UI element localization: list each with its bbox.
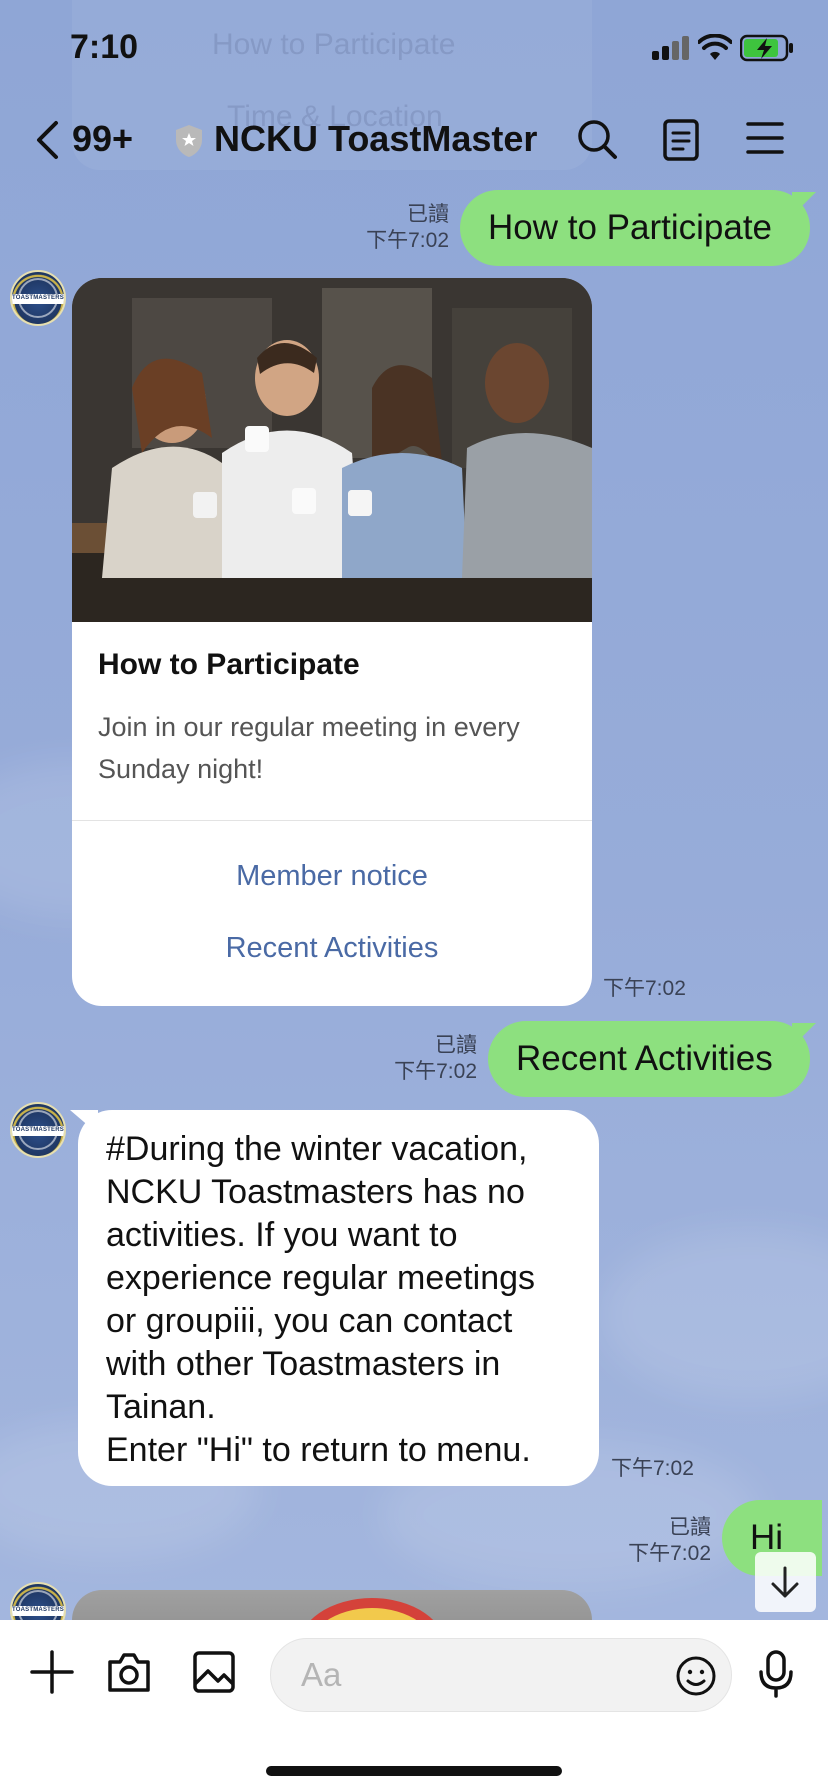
read-label: 已讀 (407, 203, 449, 226)
cellular-signal-icon (652, 36, 690, 60)
search-icon[interactable] (576, 118, 618, 160)
read-label: 已讀 (669, 1516, 711, 1539)
hamburger-menu-icon[interactable] (746, 118, 784, 158)
recent-activities-button[interactable]: Recent Activities (72, 932, 592, 965)
read-label: 已讀 (435, 1034, 477, 1057)
camera-icon[interactable] (106, 1650, 152, 1694)
bot-avatar[interactable] (10, 270, 66, 326)
flex-message-card: How to Participate Join in our regular m… (72, 278, 592, 1006)
plus-icon[interactable] (30, 1650, 74, 1694)
message-time: 下午7:02 (394, 1060, 477, 1083)
card-divider (72, 820, 592, 821)
message-time: 下午7:02 (366, 229, 449, 252)
card-title: How to Participate (98, 648, 360, 681)
message-text: Recent Activities (516, 1039, 773, 1078)
message-time: 下午7:02 (611, 1457, 694, 1480)
message-input-container[interactable] (270, 1638, 732, 1712)
emoji-icon[interactable] (675, 1655, 717, 1697)
chevron-left-icon[interactable] (34, 120, 60, 160)
unread-count[interactable]: 99+ (72, 118, 133, 160)
arrow-down-icon (771, 1566, 799, 1598)
home-indicator (266, 1766, 562, 1776)
image-icon[interactable] (192, 1650, 236, 1694)
message-time: 下午7:02 (603, 977, 686, 1000)
message-text: How to Participate (488, 208, 773, 247)
scroll-to-bottom-button[interactable] (755, 1552, 816, 1612)
wifi-icon (698, 34, 732, 60)
card-photo (72, 278, 592, 622)
outgoing-message[interactable]: Recent Activities (488, 1021, 810, 1097)
message-time: 下午7:02 (628, 1542, 711, 1565)
incoming-message[interactable]: #During the winter vacation, NCKU Toastm… (78, 1110, 599, 1486)
status-time: 7:10 (70, 28, 139, 66)
message-read-status: 已讀 下午7:02 (366, 202, 449, 254)
message-input[interactable] (301, 1653, 661, 1697)
chat-header: 99+ NCKU ToastMaster (0, 100, 828, 180)
message-text: #During the winter vacation, NCKU Toastm… (106, 1130, 536, 1469)
notes-icon[interactable] (662, 118, 700, 162)
chat-room-name[interactable]: NCKU ToastMaster (214, 118, 537, 160)
message-read-status: 已讀 下午7:02 (628, 1515, 711, 1567)
status-bar: 7:10 (0, 0, 828, 95)
battery-charging-icon (740, 34, 793, 62)
bot-avatar[interactable] (10, 1102, 66, 1158)
microphone-icon[interactable] (756, 1650, 796, 1698)
outgoing-message[interactable]: How to Participate (460, 190, 810, 266)
member-notice-button[interactable]: Member notice (72, 860, 592, 893)
message-read-status: 已讀 下午7:02 (394, 1033, 477, 1085)
card-description: Join in our regular meeting in every Sun… (98, 712, 520, 784)
official-shield-icon (176, 125, 202, 157)
